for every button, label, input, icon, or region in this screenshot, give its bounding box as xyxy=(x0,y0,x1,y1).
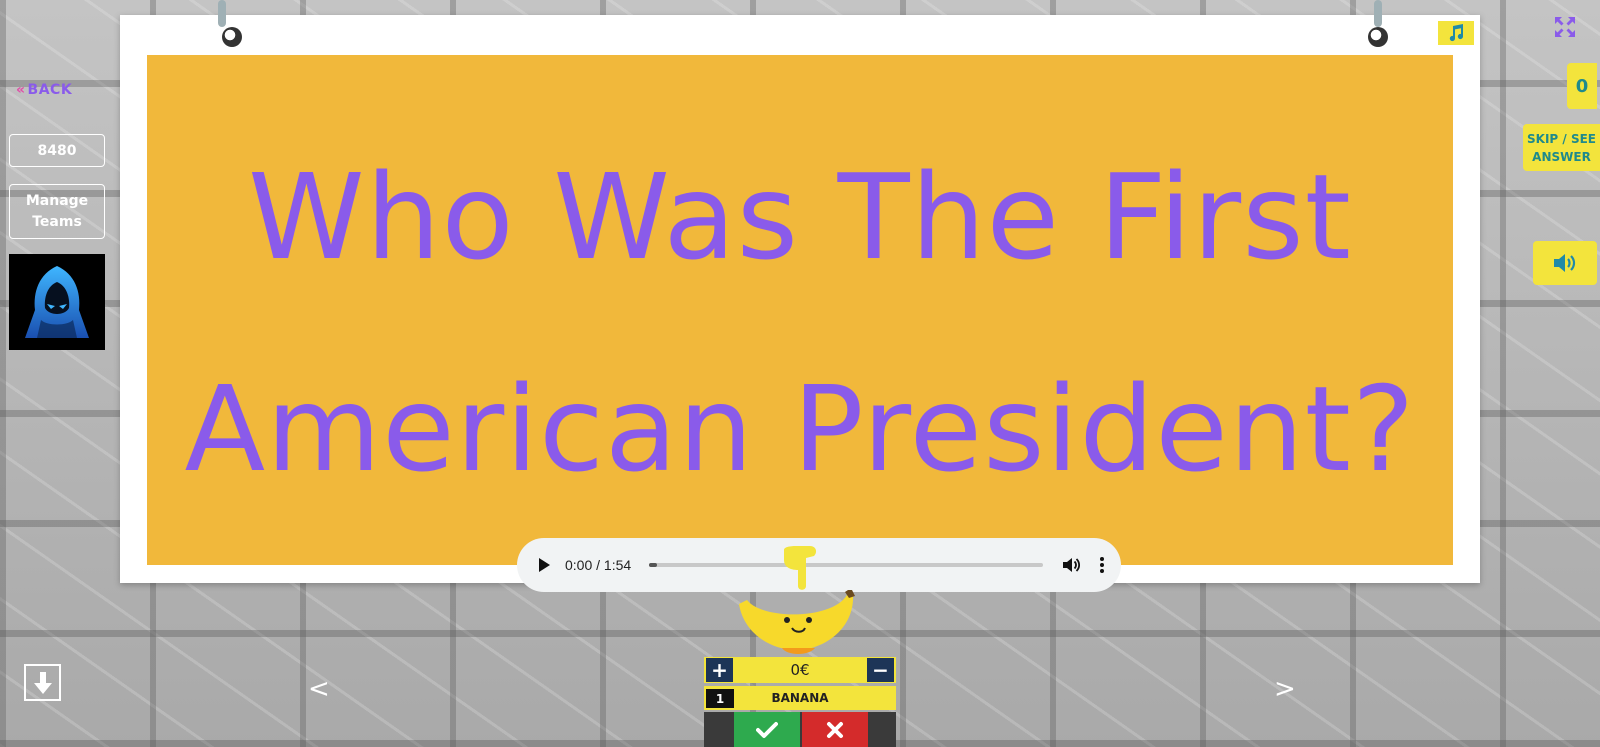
question-card: Who Was The First American President? 0:… xyxy=(147,55,1453,592)
back-link[interactable]: «BACK xyxy=(16,82,72,98)
expand-icon xyxy=(1555,17,1575,37)
team-name-row: 1 BANANA xyxy=(704,686,896,710)
music-note-icon xyxy=(1449,24,1464,42)
pin-string xyxy=(218,0,226,27)
check-icon xyxy=(756,721,778,738)
pin-string xyxy=(1374,0,1382,27)
team-name: BANANA xyxy=(771,691,829,705)
correct-button[interactable] xyxy=(734,712,800,747)
scroll-down-button[interactable] xyxy=(24,664,61,701)
audio-progress xyxy=(649,563,657,567)
banana-mascot-icon xyxy=(739,590,855,654)
pin-icon xyxy=(1368,27,1388,47)
wrong-button[interactable] xyxy=(802,712,868,747)
total-score: 8480 xyxy=(9,134,105,167)
fullscreen-button[interactable] xyxy=(1553,15,1577,39)
back-label: BACK xyxy=(27,82,73,98)
next-team-button[interactable]: > xyxy=(1274,674,1296,704)
team-money: 0€ xyxy=(790,661,810,679)
pin-icon xyxy=(222,27,242,47)
question-counter: 0 xyxy=(1567,63,1597,109)
team-money-row: + 0€ − xyxy=(704,657,896,683)
pointing-hand-icon xyxy=(784,546,817,590)
audio-time: 0:00 / 1:54 xyxy=(565,557,632,573)
more-options-icon[interactable] xyxy=(1099,556,1105,574)
manage-teams-button[interactable]: Manage Teams xyxy=(9,184,105,239)
question-text: Who Was The First American President? xyxy=(184,148,1416,498)
team-rank-badge: 1 xyxy=(706,689,734,708)
arrow-down-icon xyxy=(33,671,52,694)
hooded-figure-icon xyxy=(25,266,89,338)
skip-answer-button[interactable]: SKIP / SEE ANSWER xyxy=(1523,124,1600,171)
subtract-money-button[interactable]: − xyxy=(867,658,894,682)
volume-icon[interactable] xyxy=(1061,556,1081,574)
volume-icon xyxy=(1554,254,1576,272)
music-toggle-button[interactable] xyxy=(1438,21,1474,45)
play-icon[interactable] xyxy=(537,557,551,573)
avatar xyxy=(9,254,105,350)
team-card: + 0€ − 1 BANANA xyxy=(704,657,896,747)
back-chevron-icon: « xyxy=(16,82,26,98)
question-board: Who Was The First American President? 0:… xyxy=(120,0,1480,592)
judge-row xyxy=(704,712,896,747)
add-money-button[interactable]: + xyxy=(706,658,733,682)
audio-seek-bar[interactable] xyxy=(649,563,1043,567)
close-icon xyxy=(827,721,843,738)
prev-team-button[interactable]: < xyxy=(308,674,330,704)
sound-toggle-button[interactable] xyxy=(1533,241,1597,285)
